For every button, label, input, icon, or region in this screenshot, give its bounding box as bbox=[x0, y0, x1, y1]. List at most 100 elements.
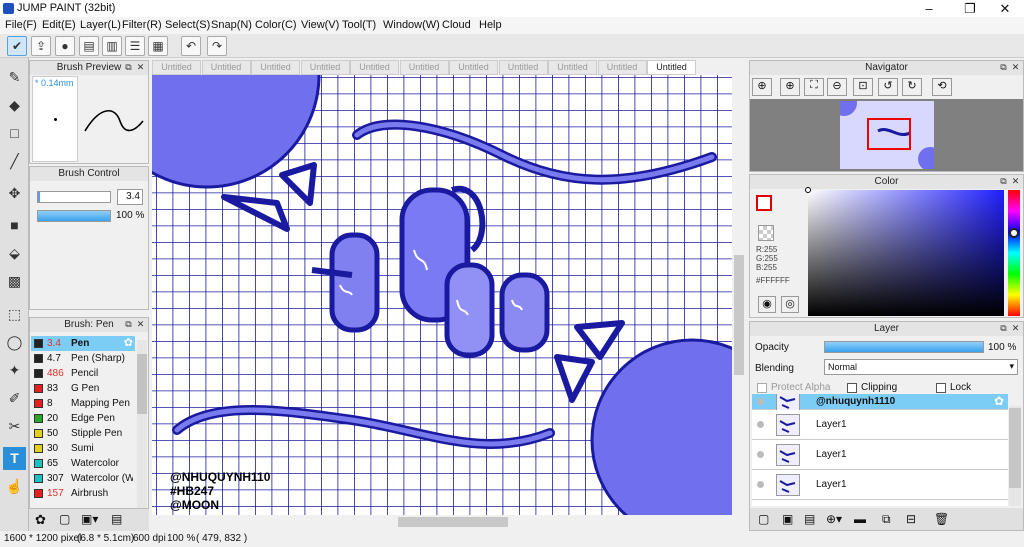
layer-settings-icon[interactable]: ✿ bbox=[994, 394, 1004, 408]
rectangle-tool-icon[interactable]: □ bbox=[3, 122, 26, 145]
navigator-view[interactable] bbox=[750, 99, 1023, 171]
color-picker-cursor[interactable] bbox=[805, 187, 811, 193]
menu-edit[interactable]: Edit(E) bbox=[42, 19, 76, 31]
brush-list-item[interactable]: 20 Edge Pen bbox=[31, 411, 135, 426]
close-button[interactable]: ✕ bbox=[990, 0, 1020, 17]
foreground-color-swatch[interactable] bbox=[756, 195, 772, 211]
close-icon[interactable]: ✕ bbox=[135, 319, 146, 330]
float-icon[interactable]: ⧉ bbox=[998, 323, 1009, 334]
delete-layer-icon[interactable]: 🗑 bbox=[934, 512, 949, 526]
redo-icon[interactable]: ↷ bbox=[207, 36, 227, 56]
menu-view[interactable]: View(V) bbox=[301, 19, 339, 31]
zoom-fit-icon[interactable]: ⊕ bbox=[752, 78, 772, 96]
copy-brush-icon[interactable]: ▣▾ bbox=[81, 512, 98, 526]
protect-alpha-checkbox[interactable] bbox=[757, 383, 767, 393]
duplicate-layer-icon[interactable]: ⧉ bbox=[882, 512, 891, 527]
tab-untitled[interactable]: Untitled bbox=[647, 60, 696, 75]
float-icon[interactable]: ⧉ bbox=[123, 319, 134, 330]
new-halftone-layer-icon[interactable]: ▣ bbox=[782, 512, 793, 526]
fill-rect-tool-icon[interactable]: ■ bbox=[3, 214, 26, 237]
brush-list-item[interactable]: 50 Stipple Pen bbox=[31, 426, 135, 441]
brush-tool-icon[interactable]: ✎ bbox=[3, 66, 26, 89]
drawing-canvas[interactable]: @NHUQUYNH110 #HB247 @MOON bbox=[152, 75, 732, 515]
undo-icon[interactable]: ↶ bbox=[181, 36, 201, 56]
brush-list-item[interactable]: 486 Pencil bbox=[31, 366, 135, 381]
brush-size-field[interactable]: 3.4 bbox=[117, 189, 143, 205]
share-icon[interactable]: ⇪ bbox=[31, 36, 51, 56]
tab-untitled[interactable]: Untitled bbox=[399, 60, 449, 75]
select-eraser-icon[interactable]: ✂ bbox=[3, 415, 26, 438]
visibility-eye-icon[interactable] bbox=[757, 421, 764, 428]
brush-settings-icon[interactable]: ✿ bbox=[124, 336, 133, 351]
blending-select[interactable]: Normal ▾ bbox=[824, 359, 1018, 375]
gradient-tool-icon[interactable]: ▩ bbox=[3, 270, 26, 293]
tab-untitled[interactable]: Untitled bbox=[449, 60, 498, 75]
menu-snap[interactable]: Snap(N) bbox=[211, 19, 252, 31]
palette-settings-icon[interactable]: ◎ bbox=[781, 296, 799, 313]
move-tool-icon[interactable]: ✥ bbox=[3, 182, 26, 205]
brush-settings-icon[interactable]: ✿ bbox=[35, 512, 46, 528]
magic-wand-icon[interactable]: ✦ bbox=[3, 359, 26, 382]
merge-layer-icon[interactable]: ⊟ bbox=[906, 512, 916, 526]
comment-icon[interactable]: ● bbox=[55, 36, 75, 56]
close-icon[interactable]: ✕ bbox=[1010, 323, 1021, 334]
float-icon[interactable]: ⧉ bbox=[123, 62, 134, 73]
brush-list-item[interactable]: 3.4 Pen ✿ bbox=[31, 336, 135, 351]
layer-row[interactable]: Layer1 bbox=[752, 410, 1008, 440]
menu-tool[interactable]: Tool(T) bbox=[342, 19, 376, 31]
layer-row[interactable]: Layer1 bbox=[752, 470, 1008, 500]
document-icon[interactable]: ▥ bbox=[102, 36, 122, 56]
select-pen-icon[interactable]: ✐ bbox=[3, 387, 26, 410]
minimize-button[interactable]: – bbox=[914, 0, 944, 17]
brush-list-item[interactable]: 8 Mapping Pen bbox=[31, 396, 135, 411]
hue-slider[interactable] bbox=[1008, 190, 1020, 316]
brush-list-item[interactable]: 157 Airbrush bbox=[31, 486, 135, 501]
layer-opacity-slider[interactable] bbox=[824, 341, 984, 353]
close-icon[interactable]: ✕ bbox=[1010, 62, 1021, 73]
menu-select[interactable]: Select(S) bbox=[165, 19, 210, 31]
menu-filter[interactable]: Filter(R) bbox=[122, 19, 162, 31]
lock-checkbox[interactable] bbox=[936, 383, 946, 393]
layer-row[interactable]: @nhuquynh1110 ✿ bbox=[752, 394, 1008, 412]
new-brush-icon[interactable]: ▢ bbox=[59, 512, 70, 526]
tab-untitled[interactable]: Untitled bbox=[152, 60, 201, 75]
menu-color[interactable]: Color(C) bbox=[255, 19, 297, 31]
color-saturation-field[interactable] bbox=[805, 187, 1004, 316]
close-icon[interactable]: ✕ bbox=[135, 62, 146, 73]
transparent-color-swatch[interactable] bbox=[758, 225, 774, 241]
tab-untitled[interactable]: Untitled bbox=[548, 60, 597, 75]
tab-untitled[interactable]: Untitled bbox=[251, 60, 300, 75]
rotate-right-icon[interactable]: ↻ bbox=[902, 78, 922, 96]
message-icon[interactable]: ▤ bbox=[79, 36, 99, 56]
fit-window-icon[interactable]: ⛶ bbox=[804, 78, 824, 96]
menu-file[interactable]: File(F) bbox=[5, 19, 37, 31]
visibility-eye-icon[interactable] bbox=[757, 451, 764, 458]
zoom-out-icon[interactable]: ⊖ bbox=[827, 78, 847, 96]
tab-untitled[interactable]: Untitled bbox=[201, 60, 251, 75]
bucket-tool-icon[interactable]: ⬙ bbox=[3, 242, 26, 265]
brush-list-item[interactable]: 30 Sumi bbox=[31, 441, 135, 456]
menu-help[interactable]: Help bbox=[479, 19, 502, 31]
tab-untitled[interactable]: Untitled bbox=[597, 60, 647, 75]
tab-untitled[interactable]: Untitled bbox=[300, 60, 350, 75]
menu-layer[interactable]: Layer(L) bbox=[80, 19, 121, 31]
tab-untitled[interactable]: Untitled bbox=[498, 60, 548, 75]
close-icon[interactable]: ✕ bbox=[1010, 176, 1021, 187]
float-icon[interactable]: ⧉ bbox=[998, 176, 1009, 187]
new-raster-layer-icon[interactable]: ▤ bbox=[804, 512, 815, 526]
canvas-horizontal-scrollbar[interactable] bbox=[152, 515, 746, 529]
lasso-icon[interactable]: ◯ bbox=[3, 331, 26, 354]
line-tool-icon[interactable]: ╱ bbox=[3, 150, 26, 173]
float-icon[interactable]: ⧉ bbox=[998, 62, 1009, 73]
menu-cloud[interactable]: Cloud bbox=[442, 19, 471, 31]
brush-list-scrollbar[interactable] bbox=[137, 340, 147, 508]
brush-list-item[interactable]: 65 Watercolor bbox=[31, 456, 135, 471]
eraser-tool-icon[interactable]: ◆ bbox=[3, 94, 26, 117]
canvas-vertical-scrollbar[interactable] bbox=[732, 75, 746, 515]
brush-menu-icon[interactable]: ▤ bbox=[111, 512, 122, 526]
hue-slider-handle[interactable] bbox=[1009, 228, 1019, 238]
cloud-check-icon[interactable]: ✔ bbox=[7, 36, 27, 56]
text-tool-icon[interactable]: T bbox=[3, 447, 26, 470]
select-rect-icon[interactable]: ⬚ bbox=[3, 303, 26, 326]
list-icon[interactable]: ☰ bbox=[125, 36, 145, 56]
